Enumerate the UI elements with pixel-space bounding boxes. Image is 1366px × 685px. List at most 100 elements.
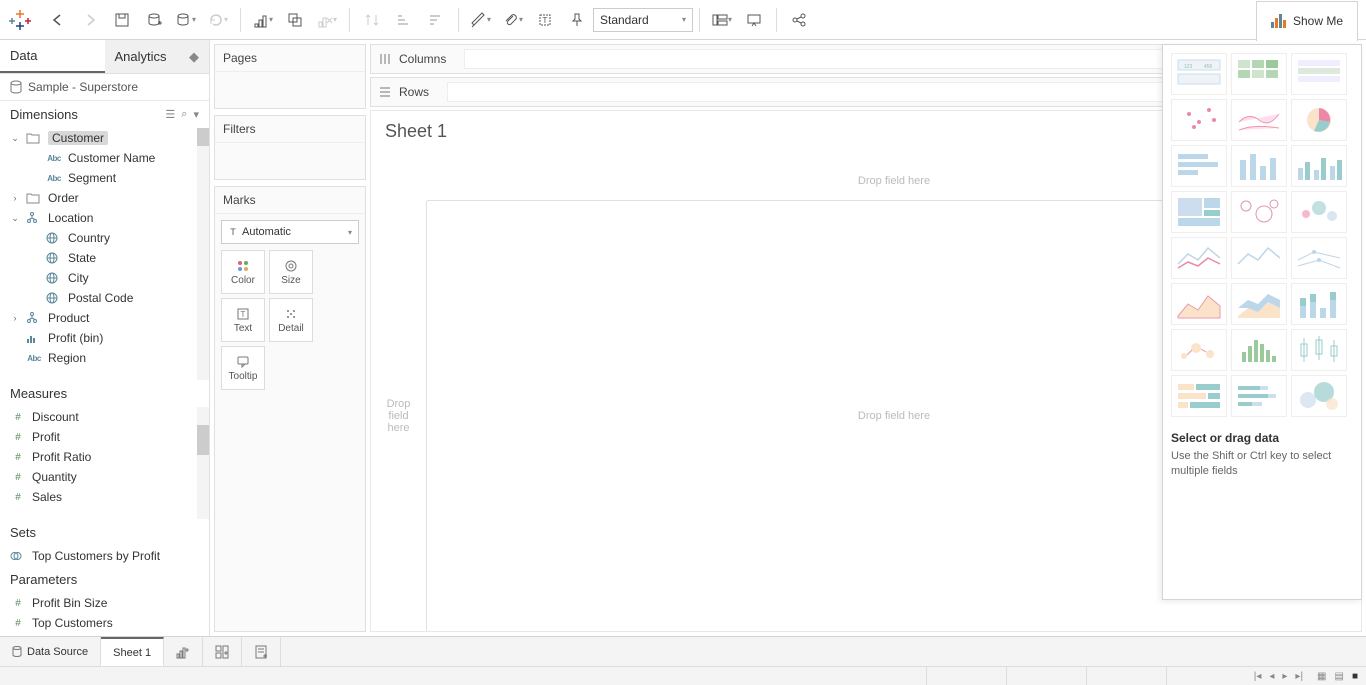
new-worksheet-button[interactable]: ▾ xyxy=(249,6,277,34)
showme-viz-12[interactable] xyxy=(1171,237,1227,279)
mark-detail-button[interactable]: Detail xyxy=(269,298,313,342)
showme-viz-19[interactable] xyxy=(1231,329,1287,371)
status-bar: |◂◂▸▸| ▦▤■ xyxy=(0,666,1366,685)
duplicate-button[interactable] xyxy=(281,6,309,34)
data-source-tab[interactable]: Data Source xyxy=(0,637,101,666)
save-button[interactable] xyxy=(108,6,136,34)
new-datasource-button[interactable] xyxy=(140,6,168,34)
sort-desc-button[interactable] xyxy=(422,6,450,34)
showme-viz-8[interactable] xyxy=(1291,145,1347,187)
pause-updates-button[interactable]: ▾ xyxy=(172,6,200,34)
mark-type-dropdown[interactable]: TAutomatic ▾ xyxy=(221,220,359,244)
field-customer-name[interactable]: AbcCustomer Name xyxy=(0,148,209,168)
search-icon[interactable]: ⌕ xyxy=(181,108,187,121)
parameters-tree: #Profit Bin Size#Top Customers xyxy=(0,593,209,633)
analytics-tab[interactable]: Analytics◆ xyxy=(105,40,210,73)
pin-button[interactable] xyxy=(563,6,591,34)
share-button[interactable] xyxy=(785,6,813,34)
showme-viz-23[interactable] xyxy=(1291,375,1347,417)
field-city[interactable]: City xyxy=(0,268,209,288)
presentation-button[interactable] xyxy=(740,6,768,34)
new-story-tab[interactable] xyxy=(242,637,281,666)
show-me-help-title: Select or drag data xyxy=(1171,431,1353,445)
new-worksheet-tab[interactable] xyxy=(164,637,203,666)
svg-text:T: T xyxy=(241,310,246,319)
view-list-icon[interactable]: ☰ xyxy=(165,108,175,121)
sort-asc-button[interactable] xyxy=(390,6,418,34)
field-state[interactable]: State xyxy=(0,248,209,268)
new-dashboard-tab[interactable] xyxy=(203,637,242,666)
showme-viz-6[interactable] xyxy=(1171,145,1227,187)
pages-shelf[interactable]: Pages xyxy=(214,44,366,109)
rows-icon xyxy=(379,86,391,98)
field-location[interactable]: ⌄Location xyxy=(0,208,209,228)
showme-viz-17[interactable] xyxy=(1291,283,1347,325)
fit-dropdown[interactable]: Standard▾ xyxy=(593,8,693,32)
showme-viz-10[interactable] xyxy=(1231,191,1287,233)
show-cards-button[interactable]: ▾ xyxy=(708,6,736,34)
field-segment[interactable]: AbcSegment xyxy=(0,168,209,188)
datasource-row[interactable]: Sample - Superstore xyxy=(0,74,209,101)
refresh-button[interactable]: ▾ xyxy=(204,6,232,34)
sets-header: Sets xyxy=(0,519,209,546)
show-me-label: Show Me xyxy=(1293,14,1343,28)
data-pane: Data Analytics◆ Sample - Superstore Dime… xyxy=(0,40,210,636)
mark-color-button[interactable]: Color xyxy=(221,250,265,294)
field-postal-code[interactable]: Postal Code xyxy=(0,288,209,308)
mark-size-button[interactable]: Size xyxy=(269,250,313,294)
filters-shelf[interactable]: Filters xyxy=(214,115,366,180)
field-quantity[interactable]: #Quantity xyxy=(0,467,209,487)
main-toolbar: ▾ ▾ ▾ ▾ ▾ ▾ T Standard▾ ▾ Show Me xyxy=(0,0,1366,40)
sheet1-tab[interactable]: Sheet 1 xyxy=(101,637,164,666)
showme-viz-16[interactable] xyxy=(1231,283,1287,325)
field-top-customers[interactable]: #Top Customers xyxy=(0,613,209,633)
swap-button[interactable] xyxy=(358,6,386,34)
svg-text:T: T xyxy=(543,16,548,25)
showme-viz-18[interactable] xyxy=(1171,329,1227,371)
showme-viz-9[interactable] xyxy=(1171,191,1227,233)
field-discount[interactable]: #Discount xyxy=(0,407,209,427)
field-product[interactable]: ›Product xyxy=(0,308,209,328)
showme-viz-1[interactable] xyxy=(1231,53,1287,95)
field-profit-ratio[interactable]: #Profit Ratio xyxy=(0,447,209,467)
field-order[interactable]: ›Order xyxy=(0,188,209,208)
field-top-customers-by-profit[interactable]: Top Customers by Profit xyxy=(0,546,209,566)
mark-text-button[interactable]: TText xyxy=(221,298,265,342)
showme-viz-5[interactable] xyxy=(1291,99,1347,141)
shelves-column: Pages Filters Marks TAutomatic ▾ ColorSi… xyxy=(210,40,370,636)
status-nav-icons[interactable]: |◂◂▸▸| ▦▤■ xyxy=(1246,667,1366,685)
undo-button[interactable] xyxy=(44,6,72,34)
field-profit[interactable]: #Profit xyxy=(0,427,209,447)
show-me-panel: 123456 Select or drag data Use the Shift… xyxy=(1162,44,1362,600)
label-button[interactable]: T xyxy=(531,6,559,34)
canvas-rows-drop[interactable]: Drop field here xyxy=(371,201,427,631)
clear-button[interactable]: ▾ xyxy=(313,6,341,34)
field-profit-bin-size[interactable]: #Profit Bin Size xyxy=(0,593,209,613)
showme-viz-22[interactable] xyxy=(1231,375,1287,417)
svg-text:456: 456 xyxy=(1204,64,1213,70)
show-me-button[interactable]: Show Me xyxy=(1256,1,1358,41)
menu-icon[interactable]: ▾ xyxy=(193,108,199,121)
data-tab[interactable]: Data xyxy=(0,40,105,73)
showme-viz-2[interactable] xyxy=(1291,53,1347,95)
showme-viz-13[interactable] xyxy=(1231,237,1287,279)
field-sales[interactable]: #Sales xyxy=(0,487,209,507)
showme-viz-4[interactable] xyxy=(1231,99,1287,141)
showme-viz-21[interactable] xyxy=(1171,375,1227,417)
field-customer[interactable]: ⌄Customer xyxy=(0,128,209,148)
field-region[interactable]: AbcRegion xyxy=(0,348,209,368)
redo-button[interactable] xyxy=(76,6,104,34)
field-profit-bin-[interactable]: Profit (bin) xyxy=(0,328,209,348)
showme-viz-0[interactable]: 123456 xyxy=(1171,53,1227,95)
showme-viz-15[interactable] xyxy=(1171,283,1227,325)
field-country[interactable]: Country xyxy=(0,228,209,248)
attach-button[interactable]: ▾ xyxy=(499,6,527,34)
showme-viz-11[interactable] xyxy=(1291,191,1347,233)
showme-viz-7[interactable] xyxy=(1231,145,1287,187)
showme-viz-14[interactable] xyxy=(1291,237,1347,279)
mark-tooltip-button[interactable]: Tooltip xyxy=(221,346,265,390)
highlight-button[interactable]: ▾ xyxy=(467,6,495,34)
show-me-help-body: Use the Shift or Ctrl key to select mult… xyxy=(1171,449,1353,480)
showme-viz-20[interactable] xyxy=(1291,329,1347,371)
showme-viz-3[interactable] xyxy=(1171,99,1227,141)
